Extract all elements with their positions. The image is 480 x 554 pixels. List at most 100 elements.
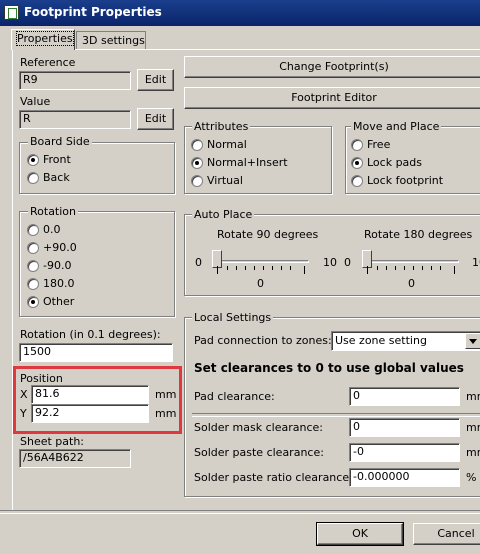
position-title: Position <box>20 372 63 385</box>
value-label: Value <box>20 95 51 108</box>
rotate90-slider-track[interactable] <box>213 260 309 263</box>
rotate90-tick <box>304 266 305 274</box>
rotate180-tick <box>404 266 405 270</box>
rotate180-tick <box>413 266 414 270</box>
sheet-path-label: Sheet path: <box>20 435 85 448</box>
footprint-editor-button[interactable]: Footprint Editor <box>184 87 480 109</box>
rotate90-tick <box>254 266 255 270</box>
rotate180-slider-track[interactable] <box>363 260 459 263</box>
auto-place-title: Auto Place <box>192 208 255 221</box>
solder-paste-input[interactable]: -0 <box>349 443 460 462</box>
auto-place-group <box>184 214 480 296</box>
rotation-180-radio[interactable] <box>27 278 39 290</box>
rotate180-min-label: 0 <box>344 256 351 269</box>
tab-3d-settings[interactable]: 3D settings <box>76 31 146 49</box>
move-place-lock-footprint-label: Lock footprint <box>367 174 444 187</box>
move-place-lock-footprint-radio[interactable] <box>351 175 363 187</box>
rotation-plus90-radio[interactable] <box>27 242 39 254</box>
rotation-other-label: Other <box>43 295 75 308</box>
reference-field[interactable]: R9 <box>19 71 131 90</box>
position-x-label: X <box>20 388 28 401</box>
position-y-input[interactable]: 92.2 <box>31 404 149 423</box>
window-title: Footprint Properties <box>24 5 162 19</box>
rotate90-tick <box>236 266 237 270</box>
clearances-heading: Set clearances to 0 to use global values <box>194 361 464 375</box>
change-footprint-button[interactable]: Change Footprint(s) <box>184 56 480 78</box>
board-side-front-label: Front <box>43 153 71 166</box>
reference-edit-button[interactable]: Edit <box>137 69 174 91</box>
rotate90-max-label: 10 <box>323 256 337 269</box>
rotate90-tick <box>227 266 228 270</box>
solder-paste-ratio-input[interactable]: -0.000000 <box>349 468 460 487</box>
sheet-path-field[interactable]: /56A4B622 <box>19 449 131 468</box>
rotate180-label: Rotate 180 degrees <box>364 228 473 241</box>
rotate180-tick <box>440 266 441 270</box>
value-field[interactable]: R <box>19 110 131 129</box>
solder-mask-label: Solder mask clearance: <box>194 421 323 434</box>
position-x-input[interactable]: 81.6 <box>31 385 149 404</box>
value-edit-button[interactable]: Edit <box>137 108 174 130</box>
move-place-free-radio[interactable] <box>351 139 363 151</box>
rotate180-max-label: 10 <box>472 256 480 269</box>
board-side-front-radio[interactable] <box>27 154 39 166</box>
solder-mask-input[interactable]: 0 <box>349 418 460 437</box>
attributes-normal-label: Normal <box>207 138 247 151</box>
rotation-180-label: 180.0 <box>43 277 75 290</box>
pad-clearance-input[interactable]: 0 <box>349 387 460 406</box>
pad-clearance-label: Pad clearance: <box>194 390 275 403</box>
rotate90-label: Rotate 90 degrees <box>217 228 319 241</box>
rotate90-tick <box>272 266 273 270</box>
pad-clearance-unit: mm <box>466 390 480 403</box>
position-y-unit: mm <box>155 407 177 420</box>
attributes-virtual-radio[interactable] <box>191 175 203 187</box>
pad-zone-select[interactable]: Use zone setting <box>331 331 480 351</box>
rotation-other-radio[interactable] <box>27 296 39 308</box>
board-side-back-radio[interactable] <box>27 172 39 184</box>
rotate90-tick <box>290 266 291 270</box>
local-settings-title: Local Settings <box>192 311 274 324</box>
divider <box>192 413 480 417</box>
rotate180-tick <box>454 266 455 274</box>
rotation-0-radio[interactable] <box>27 224 39 236</box>
board-side-back-label: Back <box>43 171 70 184</box>
rotation-title: Rotation <box>28 205 79 218</box>
rotate180-tick <box>431 266 432 270</box>
rotate90-min-label: 0 <box>195 256 202 269</box>
rotate180-tick <box>377 266 378 270</box>
attributes-normal-insert-label: Normal+Insert <box>207 156 288 169</box>
position-x-unit: mm <box>155 388 177 401</box>
pad-zone-value: Use zone setting <box>335 334 427 347</box>
rotate180-tick <box>367 266 368 274</box>
rotation-minus90-label: -90.0 <box>43 259 72 272</box>
solder-paste-unit: mm <box>466 446 480 459</box>
solder-paste-label: Solder paste clearance: <box>194 446 324 459</box>
app-icon <box>4 5 19 20</box>
move-place-lock-pads-label: Lock pads <box>367 156 423 169</box>
move-place-lock-pads-radio[interactable] <box>351 157 363 169</box>
rotate90-tick <box>217 266 218 274</box>
reference-label: Reference <box>20 56 76 69</box>
attributes-title: Attributes <box>192 120 251 133</box>
chevron-down-icon[interactable] <box>465 333 480 349</box>
bottom-divider <box>0 510 480 514</box>
tab-properties[interactable]: Properties <box>11 29 75 50</box>
rotation-minus90-radio[interactable] <box>27 260 39 272</box>
rotate180-tick <box>386 266 387 270</box>
attributes-virtual-label: Virtual <box>207 174 243 187</box>
board-side-title: Board Side <box>28 135 92 148</box>
cancel-button[interactable]: Cancel <box>413 523 480 545</box>
title-bar: Footprint Properties <box>0 0 480 26</box>
rotate90-tick <box>245 266 246 270</box>
rotate90-value: 0 <box>257 277 264 290</box>
rotation-0-label: 0.0 <box>43 223 61 236</box>
attributes-normal-insert-radio[interactable] <box>191 157 203 169</box>
move-place-free-label: Free <box>367 138 391 151</box>
rotation-input[interactable]: 1500 <box>19 343 173 362</box>
move-place-title: Move and Place <box>351 120 442 133</box>
ok-button[interactable]: OK <box>316 522 404 546</box>
attributes-normal-radio[interactable] <box>191 139 203 151</box>
solder-mask-unit: mm <box>466 421 480 434</box>
rotate90-tick <box>263 266 264 270</box>
position-y-label: Y <box>20 407 27 420</box>
rotate180-tick <box>395 266 396 270</box>
